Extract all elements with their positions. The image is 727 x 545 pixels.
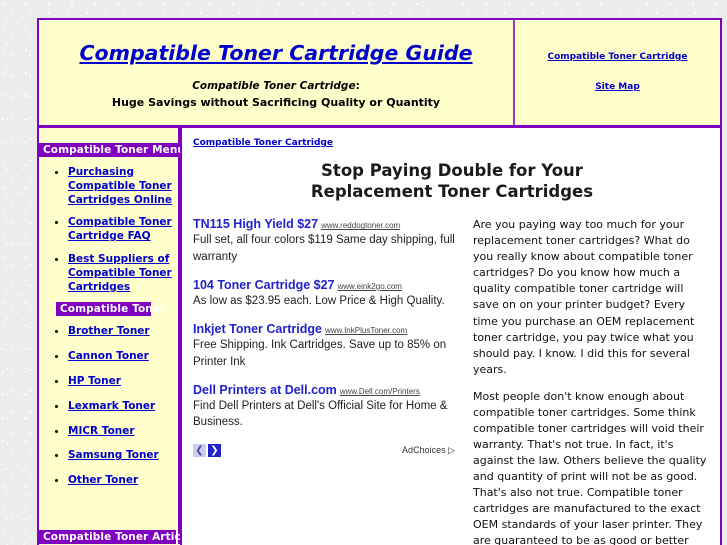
header-tagline-secondary: Huge Savings without Sacrificing Quality… [111,96,441,109]
ad-display-url[interactable]: www.reddogtoner.com [321,221,400,230]
page-title-line2: Replacement Toner Cartridges [310,181,594,201]
breadcrumb-link-compatible-toner-cartridge[interactable]: Compatible Toner Cartridge [193,138,333,148]
header-links-column: Compatible Toner Cartridge Site Map [515,20,720,125]
ad-description: Full set, all four colors $119 Same day … [193,234,455,263]
content-columns: TN115 High Yield $27 www.reddogtoner.com … [193,217,711,545]
ad-title-link[interactable]: Dell Printers at Dell.com [193,383,337,397]
ad-title-link[interactable]: Inkjet Toner Cartridge [193,322,322,336]
chevron-right-icon[interactable]: ❯ [208,443,221,457]
page-title: Stop Paying Double for Your Replacement … [193,161,711,202]
list-item: Other Toner [68,473,178,487]
left-sidebar: Compatible Toner Menu Purchasing Compati… [39,128,198,544]
list-item: Purchasing Compatible Toner Cartridges O… [68,165,178,206]
ad-display-url[interactable]: www.InkPlusToner.com [325,326,407,335]
site-header: Compatible Toner Cartridge Guide Compati… [39,20,720,128]
tagline-colon: : [355,80,360,92]
ad-unit: Dell Printers at Dell.com www.Dell.com/Pr… [193,383,455,431]
ad-description: Free Shipping. Ink Cartridges. Save up t… [193,339,447,368]
ad-unit: TN115 High Yield $27 www.reddogtoner.com … [193,217,455,265]
sidebar-heading-menu: Compatible Toner Menu [39,143,185,157]
sidebar-item-faq[interactable]: Compatible Toner Cartridge FAQ [68,216,172,242]
paragraph: Most people don't know enough about comp… [473,389,707,545]
sidebar-item-brother-toner[interactable]: Brother Toner [68,325,150,337]
sidebar-item-cannon-toner[interactable]: Cannon Toner [68,350,149,362]
list-item: MICR Toner [68,424,178,438]
ad-unit: 104 Toner Cartridge $27 www.eink2go.com A… [193,278,455,309]
header-title-column: Compatible Toner Cartridge Guide Compati… [39,20,515,125]
list-item: HP Toner [68,374,178,388]
ad-title-link[interactable]: TN115 High Yield $27 [193,217,318,231]
sidebar-brand-list: Brother Toner Cannon Toner HP Toner Lexm… [39,324,178,487]
site-title: Compatible Toner Cartridge Guide [79,41,473,65]
tagline-keyword: Compatible Toner Cartridge [192,80,356,92]
list-item: Brother Toner [68,324,178,338]
ad-block: TN115 High Yield $27 www.reddogtoner.com … [193,217,455,545]
ad-description: Find Dell Printers at Dell's Official Si… [193,399,448,429]
chevron-left-icon[interactable]: ❮ [193,443,206,457]
sidebar-item-best-suppliers[interactable]: Best Suppliers of Compatible Toner Cartr… [68,253,172,293]
ad-display-url[interactable]: www.eink2go.com [338,282,402,291]
sidebar-item-hp-toner[interactable]: HP Toner [68,375,121,387]
list-item: Samsung Toner [68,448,178,462]
ad-title-link[interactable]: 104 Toner Cartridge $27 [193,278,335,292]
ad-pagination: ❮ ❯ [193,443,221,457]
sidebar-item-other-toner[interactable]: Other Toner [68,474,138,486]
sidebar-item-micr-toner[interactable]: MICR Toner [68,425,135,437]
paragraph: Are you paying way too much for your rep… [473,218,695,376]
ad-unit: Inkjet Toner Cartridge www.InkPlusToner.c… [193,322,455,370]
header-tagline-primary: Compatible Toner Cartridge: [39,80,513,92]
header-link-site-map[interactable]: Site Map [515,82,720,92]
list-item: Compatible Toner Cartridge FAQ [68,215,178,243]
ad-footer: ❮ ❯ AdChoices ▷ [193,443,455,457]
adchoices-link[interactable]: AdChoices ▷ [402,445,455,456]
sidebar-heading-articles: Compatible Toner Articles [39,530,198,544]
body-region: Compatible Toner Menu Purchasing Compati… [39,128,720,545]
sidebar-heading-brands: Compatible Toner [56,302,165,317]
list-item: Cannon Toner [68,349,178,363]
ad-description: As low as $23.95 each. Low Price & High … [193,294,445,307]
sidebar-item-samsung-toner[interactable]: Samsung Toner [68,449,159,461]
main-content: Compatible Toner Cartridge Stop Paying D… [180,128,720,545]
sidebar-menu-list: Purchasing Compatible Toner Cartridges O… [39,165,178,293]
header-link-compatible-toner-cartridge[interactable]: Compatible Toner Cartridge [515,52,720,62]
sidebar-item-lexmark-toner[interactable]: Lexmark Toner [68,400,155,412]
sidebar-item-purchasing-online[interactable]: Purchasing Compatible Toner Cartridges O… [68,166,172,206]
article-side-text: Are you paying way too much for your rep… [473,217,711,545]
list-item: Best Suppliers of Compatible Toner Cartr… [68,252,178,293]
ad-display-url[interactable]: www.Dell.com/Printers [340,387,420,396]
page-title-line1: Stop Paying Double for Your [321,161,583,180]
page-frame: Compatible Toner Cartridge Guide Compati… [37,18,722,545]
list-item: Lexmark Toner [68,399,178,413]
